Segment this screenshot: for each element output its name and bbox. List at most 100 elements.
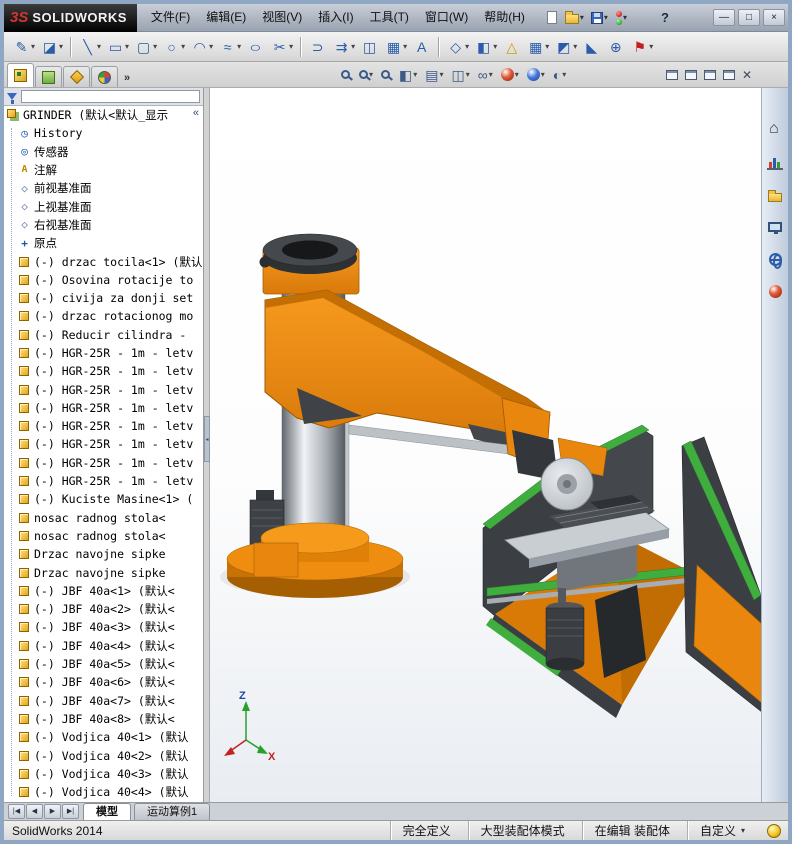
sphere-icon[interactable]	[765, 282, 785, 300]
monitor-icon[interactable]	[765, 218, 785, 236]
menu-item[interactable]: 窗口(W)	[417, 4, 476, 31]
tree-item[interactable]: (-) JBF 40a<2> (默认<	[4, 600, 203, 618]
tree-item[interactable]: (-) HGR-25R - 1m - letv	[4, 362, 203, 380]
tree-item[interactable]: 前视基准面	[4, 179, 203, 197]
minimize-window-icon[interactable]	[665, 69, 678, 80]
hide-show-items-icon[interactable]: ∞ ▾	[475, 68, 496, 82]
tree-item[interactable]: nosac radnog stola<	[4, 527, 203, 545]
tree-item[interactable]: (-) Vodjica 40<2> (默认	[4, 746, 203, 764]
bar-chart-icon[interactable]	[765, 154, 785, 172]
tab-displaymanager[interactable]	[91, 66, 118, 87]
filter-funnel-icon[interactable]	[7, 93, 17, 104]
tree-item[interactable]: (-) drzac rotacionog mo	[4, 307, 203, 325]
next-tab-button[interactable]: ▶	[44, 804, 61, 819]
zoom-fit-icon[interactable]	[338, 70, 354, 79]
home-icon[interactable]	[765, 120, 785, 140]
menu-item[interactable]: 插入(I)	[310, 4, 361, 31]
tab-model[interactable]: 模型	[83, 803, 131, 820]
convert-entities-icon[interactable]: ⊃	[306, 35, 330, 59]
reference-geometry-icon[interactable]: ◇ ▾	[444, 35, 472, 59]
tree-item[interactable]: 右视基准面	[4, 216, 203, 234]
tree-item[interactable]: Drzac navojne sipke	[4, 563, 203, 581]
section-view-icon[interactable]: ◧ ▾	[472, 35, 500, 59]
toolbar-separator[interactable]	[70, 36, 73, 57]
tree-item[interactable]: (-) Vodjica 40<4> (默认	[4, 783, 203, 801]
first-tab-button[interactable]: |◀	[8, 804, 25, 819]
tree-item[interactable]: (-) JBF 40a<4> (默认<	[4, 637, 203, 655]
motor-mount-block[interactable]	[253, 542, 299, 578]
section-view-icon[interactable]: ◧ ▾	[396, 68, 420, 82]
circle-icon[interactable]: ○ ▾	[160, 35, 188, 59]
panel-tabs-overflow-button[interactable]: »	[124, 72, 130, 84]
apply-scene-icon[interactable]: ▾	[524, 68, 548, 81]
3d-model-canvas[interactable]: Z X	[210, 88, 761, 802]
globe-icon[interactable]	[765, 250, 785, 269]
tab-motion-study[interactable]: 运动算例1	[134, 803, 211, 820]
tab-featuremanager[interactable]	[7, 63, 34, 87]
status-custom[interactable]: 自定义 ▾	[686, 821, 757, 840]
tree-item[interactable]: (-) JBF 40a<3> (默认<	[4, 618, 203, 636]
last-tab-button[interactable]: ▶|	[62, 804, 79, 819]
tree-item[interactable]: (-) HGR-25R - 1m - letv	[4, 472, 203, 490]
close-button[interactable]: ×	[763, 9, 785, 26]
tree-item[interactable]: 注解	[4, 161, 203, 179]
tree-item[interactable]: 上视基准面	[4, 197, 203, 215]
menu-item[interactable]: 文件(F)	[143, 4, 198, 31]
tile-windows-icon[interactable]	[722, 69, 735, 80]
zoom-area-icon[interactable]: ▾	[356, 70, 376, 79]
tree-item[interactable]: (-) HGR-25R - 1m - letv	[4, 380, 203, 398]
tree-item[interactable]: Drzac navojne sipke	[4, 545, 203, 563]
tree-item[interactable]: (-) HGR-25R - 1m - letv	[4, 344, 203, 362]
tree-item[interactable]: (-) drzac tocila<1> (默认	[4, 252, 203, 270]
tree-item[interactable]: (-) HGR-25R - 1m - letv	[4, 417, 203, 435]
line-icon[interactable]: ╲ ▾	[76, 35, 104, 59]
display-style-icon[interactable]: ◩ ▾	[552, 35, 580, 59]
rectangle-icon[interactable]: ▭ ▾	[104, 35, 132, 59]
tree-item[interactable]: (-) JBF 40a<5> (默认<	[4, 655, 203, 673]
tree-item[interactable]: (-) Reducir cilindra -	[4, 326, 203, 344]
spline-icon[interactable]: ≈ ▾	[216, 35, 244, 59]
sketch-text-icon[interactable]: A	[410, 35, 434, 59]
warning-triangle-icon[interactable]: △	[500, 35, 524, 59]
measure-icon[interactable]: ⊕	[604, 35, 628, 59]
menu-item[interactable]: 帮助(H)	[476, 4, 533, 31]
tree-item[interactable]: (-) JBF 40a<7> (默认<	[4, 692, 203, 710]
menu-item[interactable]: 编辑(E)	[198, 4, 254, 31]
tree-item[interactable]: (-) civija za donji set	[4, 289, 203, 307]
tree-item[interactable]: (-) HGR-25R - 1m - letv	[4, 435, 203, 453]
tree-item[interactable]: (-) HGR-25R - 1m - letv	[4, 399, 203, 417]
rebuild-traffic-icon[interactable]: ▾	[615, 10, 627, 25]
view-orientation-icon[interactable]: ▤ ▾	[422, 68, 446, 82]
restore-window-icon[interactable]	[684, 69, 697, 80]
help-button[interactable]: ?	[655, 10, 675, 25]
trim-entities-icon[interactable]: ✂ ▾	[268, 35, 296, 59]
save-icon[interactable]: ▾	[590, 11, 608, 24]
tree-item[interactable]: 传感器	[4, 143, 203, 161]
edit-appearance-icon[interactable]: ▾	[498, 68, 522, 81]
tree-item[interactable]: nosac radnog stola<	[4, 509, 203, 527]
minimize-button[interactable]: —	[713, 9, 735, 26]
close-document-icon[interactable]: ✕	[742, 69, 752, 81]
open-document-icon[interactable]: ▾	[564, 11, 584, 24]
eraser-icon[interactable]: ◪ ▾	[38, 35, 66, 59]
tree-item[interactable]: (-) Vodjica 40<1> (默认	[4, 728, 203, 746]
tab-configurationmanager[interactable]	[63, 66, 90, 87]
tree-item[interactable]: History	[4, 124, 203, 142]
tree-item[interactable]: (-) Osovina rotacije to	[4, 271, 203, 289]
menu-item[interactable]: 视图(V)	[254, 4, 310, 31]
zoom-in-out-icon[interactable]	[378, 70, 394, 79]
tree-item[interactable]: (-) JBF 40a<1> (默认<	[4, 582, 203, 600]
prev-tab-button[interactable]: ◀	[26, 804, 43, 819]
maximize-button[interactable]: □	[738, 9, 760, 26]
tree-item[interactable]: (-) Vodjica 40<3> (默认	[4, 765, 203, 783]
tree-item[interactable]: GRINDER (默认<默认_显示	[4, 106, 203, 124]
tab-propertymanager[interactable]	[35, 66, 62, 87]
grid-icon[interactable]: ▦ ▾	[524, 35, 552, 59]
tree-item[interactable]: (-) HGR-25R - 1m - letv	[4, 454, 203, 472]
status-definition[interactable]: 完全定义	[389, 821, 468, 840]
ellipse-icon[interactable]: ○	[244, 35, 268, 59]
display-style-icon[interactable]: ◫ ▾	[449, 68, 473, 82]
flag-icon[interactable]: ⚑ ▾	[628, 35, 656, 59]
menu-item[interactable]: 工具(T)	[362, 4, 417, 31]
folder-icon[interactable]	[765, 186, 785, 204]
